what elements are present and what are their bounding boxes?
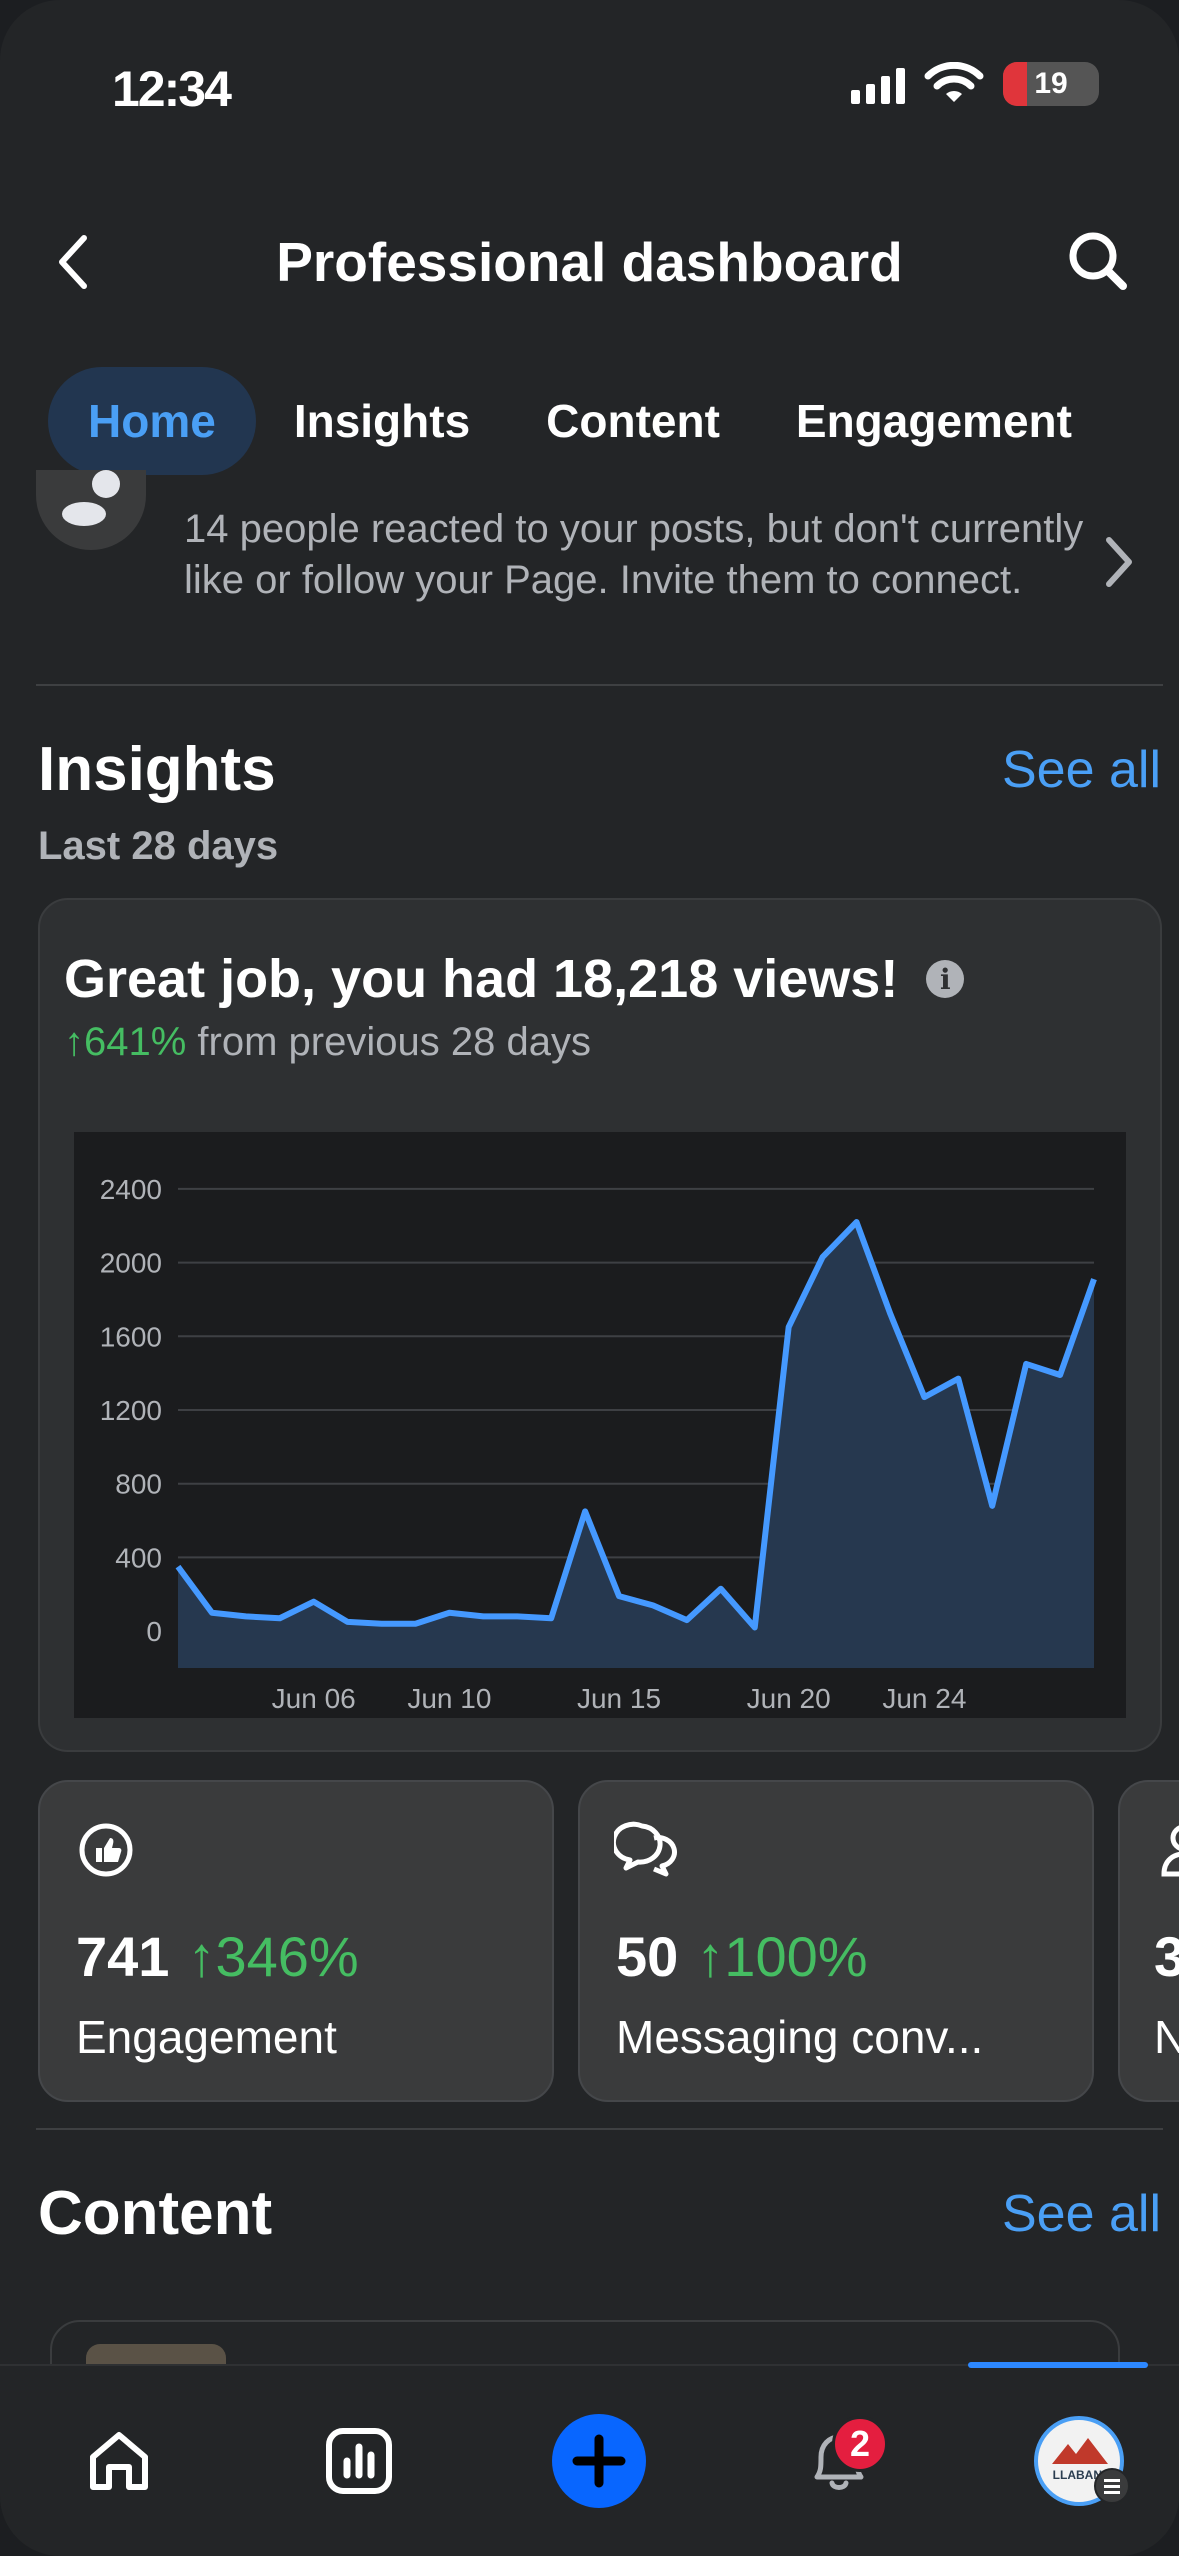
partial-value-row: 3 [1154,1924,1179,1989]
nav-profile-button[interactable]: LLABANI [1024,2406,1134,2516]
section-divider [36,2128,1163,2130]
create-icon [552,2414,646,2508]
views-chart: 0 400 800 1200 1600 2000 2400 Jun 06 Jun 10 Jun 1… [74,1132,1126,1718]
insights-see-all-link[interactable]: See all [1002,740,1161,800]
nav-notifications-button[interactable]: 2 [784,2406,894,2516]
views-headline: Great job, you had 18,218 views! i [64,948,965,1010]
cellular-signal-icon [851,64,905,104]
tab-insights[interactable]: Insights [256,367,508,475]
y-tick-label: 1600 [100,1321,162,1352]
y-tick-label: 1200 [100,1395,162,1426]
battery-indicator: 19 [1003,62,1099,106]
content-section-title: Content [38,2179,273,2248]
invite-notice-text: 14 people reacted to your posts, but don… [184,507,1084,602]
status-time: 12:34 [112,61,232,117]
x-tick-label: Jun 24 [882,1683,966,1714]
tab-home[interactable]: Home [48,367,256,475]
metric-card-messaging[interactable]: 50 ↑100% Messaging conv... [578,1780,1094,2102]
status-icons: 19 [851,62,1099,106]
tab-bar: Home Insights Content Engagement [48,366,1179,476]
notification-badge: 2 [832,2416,888,2472]
messaging-value: 50 [616,1925,679,1988]
insights-section-title: Insights [38,735,276,804]
messaging-label: Messaging conv... [616,2011,984,2063]
header: Professional dashboard [0,210,1179,310]
views-chart-svg: 0 400 800 1200 1600 2000 2400 Jun 06 Jun 10 Jun 1… [100,1174,1097,1714]
bottom-nav: 2 LLABANI [0,2362,1179,2556]
search-icon [1069,232,1127,290]
nav-insights-button[interactable] [304,2406,414,2516]
x-tick-label: Jun 20 [747,1683,831,1714]
people-icon [36,470,146,550]
page-title: Professional dashboard [276,231,903,293]
invite-notice[interactable]: 14 people reacted to your posts, but don… [0,470,1179,680]
messaging-value-row: 50 ↑100% [616,1924,868,1989]
messaging-icon [614,1821,677,1877]
engagement-change: ↑346% [187,1925,359,1988]
partial-value: 3 [1154,1925,1179,1988]
views-change: ↑641% from previous 28 days [64,1020,591,1065]
views-headline-text: Great job, you had 18,218 views! [64,949,899,1009]
tab-engagement[interactable]: Engagement [758,367,1110,475]
nav-home-button[interactable] [64,2406,174,2516]
y-tick-label: 2000 [100,1248,162,1279]
metric-card-partial[interactable]: 3 N [1118,1780,1179,2102]
menu-icon [1094,2468,1130,2504]
y-tick-label: 2400 [100,1174,162,1205]
metric-card-engagement[interactable]: 741 ↑346% Engagement [38,1780,554,2102]
y-tick-label: 0 [146,1616,162,1647]
engagement-value-row: 741 ↑346% [76,1924,359,1989]
views-card[interactable]: Great job, you had 18,218 views! i ↑641%… [38,898,1162,1752]
person-icon [1161,1825,1179,1877]
engagement-icon [79,1823,133,1877]
wifi-icon [924,62,984,102]
insights-icon [326,2428,392,2494]
messaging-change: ↑100% [696,1925,868,1988]
search-button[interactable] [1059,222,1139,302]
app-screen: 12:34 19 Professional dashboard Home Ins… [0,0,1179,2556]
partial-label: N [1154,2011,1179,2063]
y-tick-label: 800 [115,1469,162,1500]
content-see-all-link[interactable]: See all [1002,2184,1161,2244]
status-bar: 12:34 19 [0,0,1179,180]
nav-create-button[interactable] [544,2406,654,2516]
engagement-value: 741 [76,1925,170,1988]
progress-indicator [968,2362,1148,2368]
x-tick-label: Jun 15 [577,1683,661,1714]
home-icon [90,2432,148,2490]
y-tick-label: 400 [115,1542,162,1573]
engagement-label: Engagement [76,2011,337,2063]
x-tick-label: Jun 06 [272,1683,356,1714]
views-change-text: from previous 28 days [186,1020,591,1064]
tab-content[interactable]: Content [508,367,758,475]
chevron-right-icon[interactable] [1089,522,1149,602]
insights-period: Last 28 days [38,824,279,868]
views-change-pct: ↑641% [64,1020,187,1064]
x-tick-label: Jun 10 [407,1683,491,1714]
battery-percent: 19 [1034,67,1068,100]
info-icon[interactable]: i [926,960,965,998]
section-divider [36,684,1163,686]
